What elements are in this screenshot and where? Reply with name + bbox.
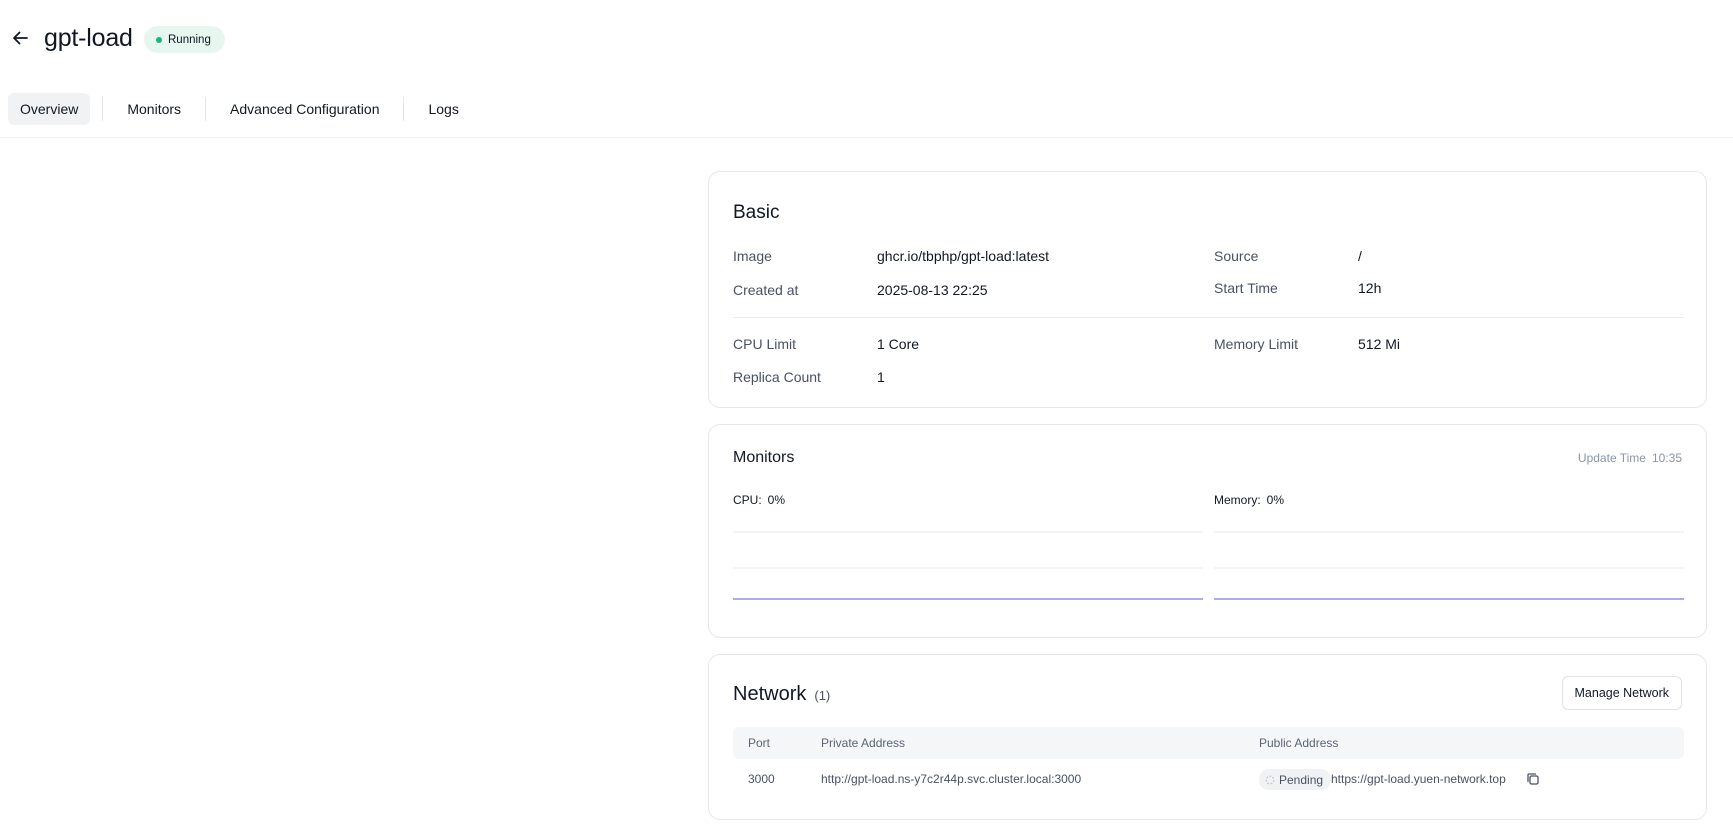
memory-limit-value: 512 Mi	[1358, 336, 1401, 352]
network-title: Network (1)	[733, 683, 830, 706]
monitors-card: Monitors Update Time 10:35 CPU: 0% Memor…	[708, 424, 1707, 638]
cpu-chart	[733, 531, 1203, 600]
tab-bar: Overview Monitors Advanced Configuration…	[8, 93, 471, 125]
image-label: Image	[733, 248, 772, 264]
tab-advanced-configuration[interactable]: Advanced Configuration	[218, 93, 391, 125]
created-value: 2025-08-13 22:25	[877, 282, 988, 298]
tab-monitors[interactable]: Monitors	[115, 93, 193, 125]
status-dot-icon	[156, 36, 162, 43]
memory-chart	[1214, 531, 1684, 600]
column-private-address: Private Address	[821, 736, 906, 750]
public-address-link[interactable]: https://gpt-load.yuen-network.top	[1331, 772, 1506, 786]
created-label: Created at	[733, 282, 799, 298]
tab-separator	[403, 97, 405, 121]
basic-title: Basic	[733, 202, 780, 223]
pending-label: Pending	[1279, 772, 1324, 787]
cpu-metric: CPU: 0%	[733, 493, 785, 507]
copy-button[interactable]	[1525, 771, 1541, 787]
cpu-metric-label: CPU:	[733, 493, 762, 507]
start-time-label: Start Time	[1214, 280, 1278, 296]
network-card: Network (1) Manage Network Port Private …	[708, 654, 1707, 820]
tab-separator	[102, 97, 104, 121]
tab-logs[interactable]: Logs	[416, 93, 470, 125]
loading-spinner-icon	[1265, 775, 1275, 784]
copy-icon	[1527, 773, 1539, 785]
update-time-value: 10:35	[1651, 451, 1682, 465]
network-title-text: Network	[733, 683, 807, 705]
port-value: 3000	[748, 772, 775, 786]
page-title: gpt-load	[44, 24, 133, 52]
arrow-left-icon	[13, 31, 28, 45]
cpu-metric-value: 0%	[767, 493, 786, 507]
memory-metric-value: 0%	[1266, 493, 1285, 507]
update-time: Update Time 10:35	[1578, 451, 1682, 465]
monitors-title: Monitors	[733, 449, 795, 466]
basic-divider	[733, 317, 1684, 318]
status-badge: Running	[144, 26, 225, 53]
basic-card: Basic Image ghcr.io/tbphp/gpt-load:lates…	[708, 171, 1707, 408]
update-time-label: Update Time	[1577, 451, 1646, 465]
back-button[interactable]	[8, 26, 32, 50]
source-value: /	[1358, 248, 1362, 264]
memory-metric-label: Memory:	[1214, 493, 1261, 507]
cpu-limit-label: CPU Limit	[733, 336, 797, 352]
column-port: Port	[748, 736, 771, 750]
private-address-value[interactable]: http://gpt-load.ns-y7c2r44p.svc.cluster.…	[821, 772, 1081, 786]
memory-metric: Memory: 0%	[1214, 493, 1284, 507]
replica-count-value: 1	[877, 369, 885, 385]
manage-network-button[interactable]: Manage Network	[1561, 676, 1682, 710]
column-public-address: Public Address	[1259, 736, 1339, 750]
tabs-divider	[0, 137, 1733, 138]
start-time-value: 12h	[1358, 280, 1382, 296]
memory-limit-label: Memory Limit	[1214, 336, 1299, 352]
tab-overview[interactable]: Overview	[8, 93, 91, 125]
pending-badge: Pending	[1259, 769, 1332, 790]
status-label: Running	[168, 33, 211, 46]
image-value: ghcr.io/tbphp/gpt-load:latest	[877, 248, 1050, 264]
page-header: gpt-load Running	[0, 0, 1733, 80]
cpu-limit-value: 1 Core	[877, 336, 920, 352]
replica-count-label: Replica Count	[733, 369, 821, 385]
source-label: Source	[1214, 248, 1259, 264]
network-table-header: Port Private Address Public Address	[733, 727, 1684, 759]
network-count: (1)	[814, 688, 831, 703]
tab-separator	[205, 97, 207, 121]
